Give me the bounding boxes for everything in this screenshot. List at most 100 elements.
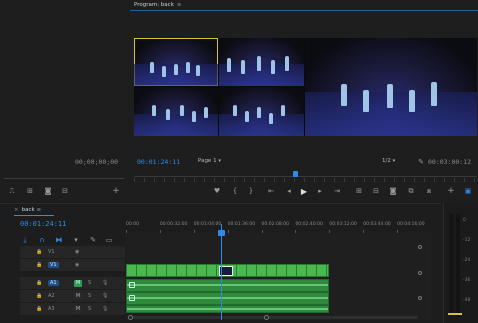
lift-icon[interactable]: ⊞: [354, 186, 364, 196]
marker-icon[interactable]: ♥: [212, 186, 222, 196]
program-tab-title: Program: back: [134, 2, 174, 8]
track-visibility-eye-icon[interactable]: ◉: [75, 262, 79, 268]
program-tab[interactable]: Program: back ≡: [134, 2, 182, 8]
step-forward-icon[interactable]: ▸: [315, 186, 325, 196]
audio-clip-a1[interactable]: [126, 279, 329, 292]
vertical-scroll-handle-mid[interactable]: [418, 271, 422, 275]
track-record-mic-icon[interactable]: 🎙: [102, 293, 108, 299]
ruler-tick-label: 00:02:08:00: [261, 222, 289, 227]
track-header-a3[interactable]: 🔒 A3 M S 🎙: [20, 303, 125, 316]
ruler-tick-label: 00:04:16:00: [397, 222, 425, 227]
program-scrubber[interactable]: [134, 176, 477, 177]
track-mute-button[interactable]: M: [74, 293, 82, 300]
track-name-label[interactable]: V1: [48, 249, 55, 255]
program-settings-icon[interactable]: ▣: [463, 186, 473, 196]
audio-meter-left-channel: [449, 214, 453, 317]
track-record-mic-icon[interactable]: 🎙: [102, 306, 108, 312]
video-clip-v1[interactable]: [126, 264, 329, 277]
captions-icon[interactable]: ▭: [104, 235, 114, 245]
audio-meter-tick-label: -24: [463, 258, 471, 263]
timeline-playhead-head[interactable]: [218, 230, 225, 236]
audio-clip-a2[interactable]: [126, 292, 329, 305]
step-back-icon[interactable]: ◂: [284, 186, 294, 196]
ruler-tick-label: 00:03:12:00: [329, 222, 357, 227]
program-timecode-duration: 00:03:00:12: [428, 158, 472, 166]
track-solo-button[interactable]: S: [88, 280, 91, 286]
audio-meter-tick-label: -12: [463, 238, 471, 243]
track-header-v1[interactable]: 🔒 V1 ◉: [20, 246, 125, 259]
timeline-clip-area[interactable]: [126, 233, 431, 321]
track-header-v1[interactable]: 🔒 V1 ◉: [20, 259, 125, 272]
resolution-selector[interactable]: 1/2 ▾: [382, 158, 395, 164]
audio-meter-tick-label: 0: [463, 218, 466, 223]
track-header-a2[interactable]: 🔒 A2 M S 🎙: [20, 290, 125, 303]
source-ruler[interactable]: [4, 178, 124, 179]
page-selector[interactable]: Page 1 ▾: [198, 158, 221, 164]
timeline-settings-wrench-icon[interactable]: ✎: [88, 235, 98, 245]
nest-icon[interactable]: ⤓: [20, 235, 30, 245]
source-timecode: 00;00;00;00: [75, 158, 119, 166]
track-mute-button[interactable]: M: [74, 280, 82, 287]
add-marker-icon[interactable]: ▾: [71, 235, 81, 245]
ruler-tick-label: 00:01:04:00: [193, 222, 222, 227]
track-lock-icon[interactable]: 🔒: [36, 280, 42, 286]
vertical-scroll-handle-top[interactable]: [418, 245, 422, 249]
source-camera-icon[interactable]: ◙: [43, 186, 53, 196]
horizontal-scrollbar[interactable]: [128, 315, 418, 320]
export-frame-camera-icon[interactable]: ◙: [388, 186, 398, 196]
timeline-playhead[interactable]: [221, 224, 222, 320]
track-header-a1[interactable]: 🔒 A1 M S 🎙: [20, 277, 125, 290]
video-tile-1: [134, 38, 218, 86]
snap-icon[interactable]: ∩: [37, 235, 47, 245]
source-marker-icon[interactable]: ⎍: [7, 186, 17, 196]
track-name-label[interactable]: A1: [48, 280, 59, 286]
ruler-tick-label: 00:02:40:00: [295, 222, 323, 227]
audio-meter-tick-label: -48: [463, 298, 471, 303]
vr-icon[interactable]: ⧈: [424, 186, 434, 196]
track-lock-icon[interactable]: 🔒: [36, 293, 42, 299]
video-tile-4: [219, 87, 304, 136]
timeline-tab[interactable]: × back ≡: [14, 207, 41, 213]
audio-meter-tick-label: -36: [463, 278, 471, 283]
source-insert-icon[interactable]: ⊞: [25, 186, 35, 196]
track-lock-icon[interactable]: 🔒: [36, 249, 42, 255]
track-solo-button[interactable]: S: [88, 293, 91, 299]
track-record-mic-icon[interactable]: 🎙: [102, 280, 108, 286]
program-add-button-icon[interactable]: +: [446, 186, 456, 196]
page-selector-chevron-icon: ▾: [218, 158, 221, 164]
page-selector-label: Page 1: [198, 158, 217, 164]
mark-out-icon[interactable]: }: [246, 186, 256, 196]
track-name-label[interactable]: A2: [48, 293, 55, 299]
wrench-icon[interactable]: ✎: [416, 157, 426, 167]
program-playhead[interactable]: [293, 171, 299, 177]
audio-clip-a3[interactable]: [126, 305, 329, 313]
track-mute-button[interactable]: M: [74, 306, 82, 313]
timeline-ruler[interactable]: 00:00 00:00:32:00 00:01:04:00 00:01:36:00 00…: [126, 222, 431, 233]
timeline-sequence-name: back: [21, 207, 35, 213]
go-to-out-icon[interactable]: ⇥: [332, 186, 342, 196]
source-overwrite-icon[interactable]: ⊟: [60, 186, 70, 196]
program-tab-menu-icon[interactable]: ≡: [177, 2, 182, 8]
timeline-tab-close-icon[interactable]: ×: [14, 207, 19, 213]
go-to-in-icon[interactable]: ⇤: [266, 186, 276, 196]
audio-meter-peak-indicator: [448, 313, 462, 315]
ruler-tick-label: 00:01:36:00: [227, 222, 256, 227]
track-name-label[interactable]: A3: [48, 306, 55, 312]
program-tab-underline: [130, 10, 478, 11]
play-icon[interactable]: ▶: [299, 186, 309, 196]
track-lock-icon[interactable]: 🔒: [36, 262, 42, 268]
track-visibility-eye-icon[interactable]: ◉: [75, 249, 79, 255]
track-lock-icon[interactable]: 🔒: [36, 306, 42, 312]
vertical-scroll-handle-bottom[interactable]: [418, 296, 422, 300]
track-name-label[interactable]: V1: [48, 262, 59, 268]
comparison-view-icon[interactable]: ⧉: [406, 186, 416, 196]
track-solo-button[interactable]: S: [88, 306, 91, 312]
linked-selection-icon[interactable]: ⧓: [54, 235, 64, 245]
timeline-tab-menu-icon[interactable]: ≡: [36, 207, 41, 213]
timeline-timecode[interactable]: 00:01:24:11: [20, 220, 66, 228]
mark-in-icon[interactable]: {: [230, 186, 240, 196]
source-add-button-icon[interactable]: +: [111, 186, 121, 196]
timeline-tab-underline: [14, 215, 54, 216]
program-timecode-current[interactable]: 00:01:24:11: [137, 158, 180, 166]
extract-icon[interactable]: ⊟: [371, 186, 381, 196]
